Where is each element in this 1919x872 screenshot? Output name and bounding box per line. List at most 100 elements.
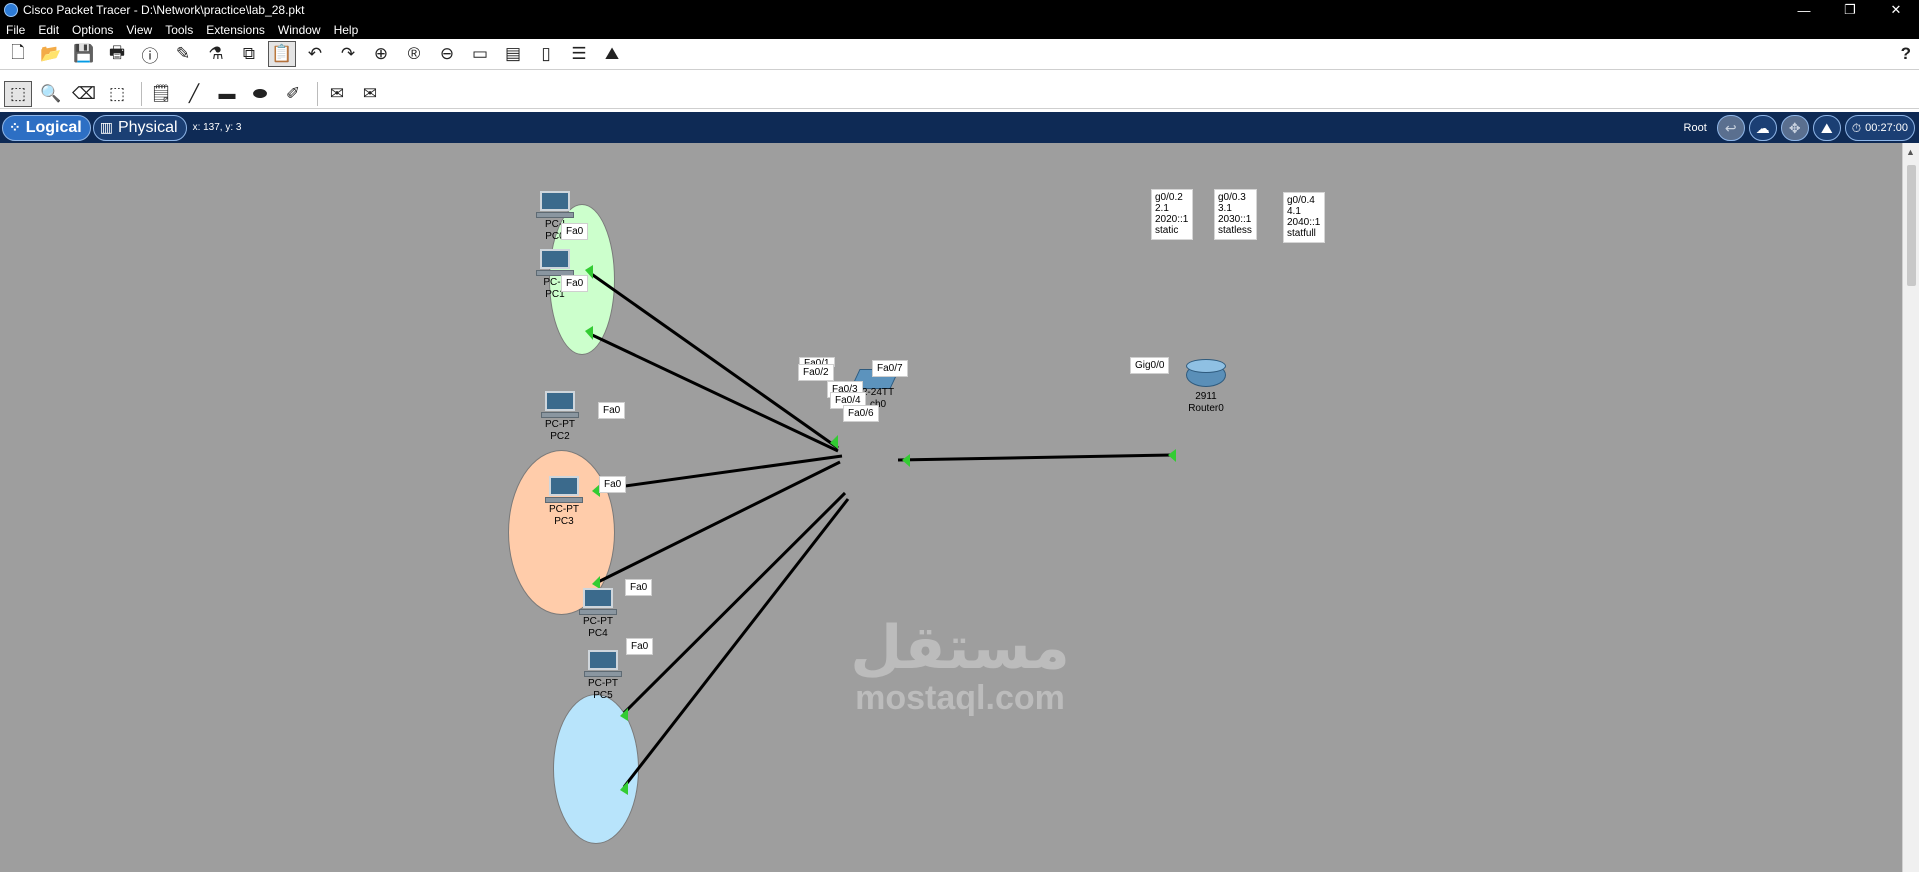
pc5-name: PC5 bbox=[593, 690, 613, 701]
pc2[interactable]: PC-PT PC2 bbox=[540, 391, 580, 443]
info-icon[interactable]: ⓘ bbox=[136, 41, 164, 67]
canvas-vertical-scrollbar[interactable]: ▲ bbox=[1902, 143, 1919, 872]
zoom-reset-icon[interactable]: ® bbox=[400, 41, 428, 67]
add-simple-pdu-icon[interactable]: ✉ bbox=[323, 81, 351, 107]
router0[interactable]: 2911 Router0 bbox=[1183, 359, 1229, 415]
custom-device-icon[interactable]: ⚗ bbox=[202, 41, 230, 67]
restore-button[interactable]: ❐ bbox=[1827, 0, 1873, 20]
link-pc4-switch[interactable] bbox=[622, 491, 847, 715]
network-links bbox=[585, 265, 1176, 795]
link-pc2-switch[interactable] bbox=[595, 454, 843, 492]
menu-options[interactable]: Options bbox=[72, 23, 113, 37]
draw-ellipse-icon[interactable]: ⬬ bbox=[246, 81, 274, 107]
pc4-model: PC-PT bbox=[583, 616, 613, 627]
move-object-icon[interactable]: ✥ bbox=[1780, 115, 1809, 141]
link-pc1-switch[interactable] bbox=[589, 332, 839, 453]
view-pdu-icon[interactable]: ▯ bbox=[532, 41, 560, 67]
logical-icon: ⁘ bbox=[9, 119, 21, 135]
tab-physical-label: Physical bbox=[117, 118, 178, 136]
menu-bar: File Edit Options View Tools Extensions … bbox=[0, 20, 1919, 39]
root-label: Root bbox=[1683, 122, 1707, 134]
window-title: Cisco Packet Tracer - D:\Network\practic… bbox=[23, 3, 305, 17]
physical-workspace-icon[interactable]: ⛰ bbox=[598, 41, 626, 67]
clock-icon: ⏱ bbox=[1851, 120, 1862, 135]
physical-icon: ▥ bbox=[99, 119, 113, 135]
menu-file[interactable]: File bbox=[6, 23, 25, 37]
pc-icon bbox=[536, 191, 574, 218]
close-button[interactable]: ✕ bbox=[1873, 0, 1919, 20]
scrollbar-thumb[interactable] bbox=[1907, 165, 1916, 286]
save-icon[interactable]: 💾 bbox=[70, 41, 98, 67]
inspect-icon[interactable]: 🔍 bbox=[37, 81, 65, 107]
print-icon[interactable]: 🖶 bbox=[103, 41, 131, 67]
port-label-router-gig00: Gig0/0 bbox=[1130, 357, 1170, 374]
draw-line-icon[interactable]: ╱ bbox=[180, 81, 208, 107]
add-complex-pdu-icon[interactable]: ✉ bbox=[356, 81, 384, 107]
cluster-icon[interactable]: ☰ bbox=[565, 41, 593, 67]
pc5[interactable]: PC-PT PC5 bbox=[583, 650, 623, 702]
note-subinterface-g0-0-3[interactable]: g0/0.3 3.1 2030::1 statless bbox=[1214, 189, 1257, 240]
cluster-cloud-icon[interactable]: ☁ bbox=[1748, 115, 1777, 141]
set-tiled-background-icon[interactable]: ⛰ bbox=[1812, 115, 1841, 141]
port-label-pc5-fa0: Fa0 bbox=[626, 638, 654, 655]
open-folder-icon[interactable]: 📂 bbox=[37, 41, 65, 67]
link-switch-router[interactable] bbox=[897, 453, 1173, 462]
port-label-pc0-fa0: Fa0 bbox=[561, 223, 589, 240]
scroll-up-icon[interactable]: ▲ bbox=[1906, 147, 1915, 157]
pc4[interactable]: PC-PT PC4 bbox=[578, 588, 618, 640]
router0-model: 2911 bbox=[1195, 391, 1217, 402]
pc3[interactable]: PC-PT PC3 bbox=[544, 476, 584, 528]
cursor-coordinates: x: 137, y: 3 bbox=[192, 122, 242, 133]
watermark-arabic: مستقل bbox=[850, 613, 1070, 683]
undo-icon[interactable]: ↶ bbox=[301, 41, 329, 67]
note-subinterface-g0-0-4[interactable]: g0/0.4 4.1 2040::1 statfull bbox=[1283, 192, 1326, 243]
edit-toolbar: ⬚ 🔍 ⌫ ⬚ 🗒 ╱ ▬ ⬬ ✐ ✉ ✉ bbox=[0, 79, 1919, 109]
tab-logical-label: Logical bbox=[25, 118, 82, 136]
tab-physical[interactable]: ▥ Physical bbox=[92, 114, 187, 141]
port-label-switch-fa07: Fa0/7 bbox=[872, 360, 908, 377]
workspace-bar: ⁘ Logical ▥ Physical x: 137, y: 3 Root ↩… bbox=[0, 112, 1919, 143]
logical-workspace-canvas[interactable]: PC-I PC0 PC-F PC1 PC-PT PC2 PC-PT PC3 PC… bbox=[0, 143, 1902, 872]
packet-tracer-logo-icon bbox=[4, 3, 18, 17]
note-subinterface-g0-0-2[interactable]: g0/0.2 2.1 2020::1 static bbox=[1151, 189, 1194, 240]
zoom-in-icon[interactable]: ⊕ bbox=[367, 41, 395, 67]
new-file-icon[interactable]: 🗋 bbox=[4, 41, 32, 67]
custom-devices-dialog-icon[interactable]: ▤ bbox=[499, 41, 527, 67]
pc4-name: PC4 bbox=[588, 628, 608, 639]
activity-wizard-icon[interactable]: ✎ bbox=[169, 41, 197, 67]
place-note-icon[interactable]: 🗒 bbox=[147, 81, 175, 107]
back-icon[interactable]: ↩ bbox=[1716, 115, 1745, 141]
pc-icon bbox=[579, 588, 617, 615]
zoom-out-icon[interactable]: ⊖ bbox=[433, 41, 461, 67]
menu-view[interactable]: View bbox=[126, 23, 152, 37]
port-label-pc3-fa0: Fa0 bbox=[599, 476, 627, 493]
drawing-palette-icon[interactable]: ▭ bbox=[466, 41, 494, 67]
pc3-model: PC-PT bbox=[549, 504, 579, 515]
copy-icon[interactable]: ⧉ bbox=[235, 41, 263, 67]
pc5-model: PC-PT bbox=[588, 678, 618, 689]
link-up-indicator bbox=[1168, 449, 1176, 462]
help-icon[interactable]: ? bbox=[1901, 44, 1911, 64]
watermark-latin: mostaql.com bbox=[855, 679, 1065, 717]
link-pc5-switch[interactable] bbox=[622, 498, 850, 788]
resize-icon[interactable]: ⬚ bbox=[103, 81, 131, 107]
menu-tools[interactable]: Tools bbox=[165, 23, 193, 37]
workspace-controls: Root ↩ ☁ ✥ ⛰ ⏱ 00:27:00 bbox=[1684, 115, 1915, 141]
redo-icon[interactable]: ↷ bbox=[334, 41, 362, 67]
menu-extensions[interactable]: Extensions bbox=[206, 23, 265, 37]
draw-rectangle-icon[interactable]: ▬ bbox=[213, 81, 241, 107]
delete-icon[interactable]: ⌫ bbox=[70, 81, 98, 107]
router0-name: Router0 bbox=[1188, 403, 1224, 414]
paste-icon[interactable]: 📋 bbox=[268, 41, 296, 67]
menu-window[interactable]: Window bbox=[278, 23, 321, 37]
freeform-icon[interactable]: ✐ bbox=[279, 81, 307, 107]
pc-icon bbox=[584, 650, 622, 677]
menu-edit[interactable]: Edit bbox=[38, 23, 59, 37]
tab-logical[interactable]: ⁘ Logical bbox=[2, 114, 91, 141]
select-icon[interactable]: ⬚ bbox=[4, 80, 32, 107]
realtime-clock-button[interactable]: ⏱ 00:27:00 bbox=[1844, 115, 1915, 141]
link-pc3-switch[interactable] bbox=[595, 460, 841, 585]
pc-icon bbox=[545, 476, 583, 503]
menu-help[interactable]: Help bbox=[334, 23, 359, 37]
minimize-button[interactable]: — bbox=[1781, 0, 1827, 20]
